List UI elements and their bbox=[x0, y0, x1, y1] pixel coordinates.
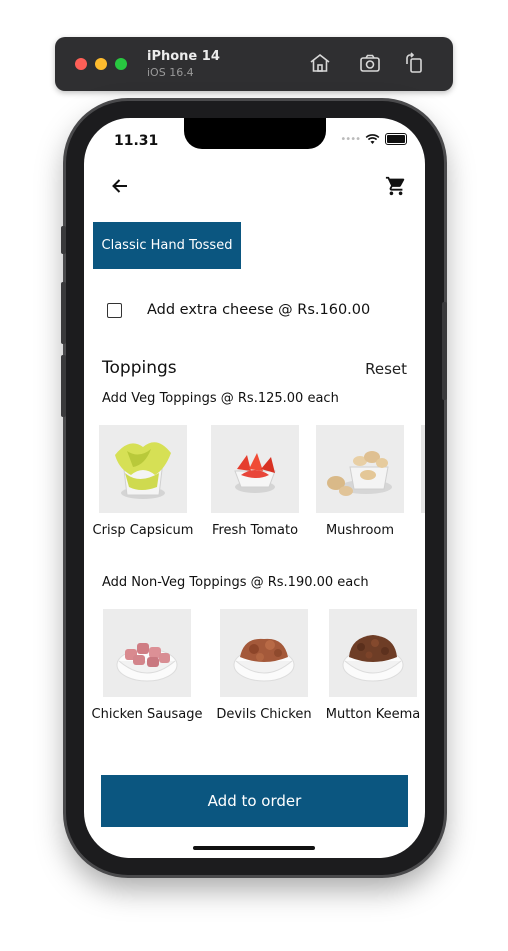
power-button bbox=[442, 302, 447, 400]
nonveg-toppings-heading: Add Non-Veg Toppings @ Rs.190.00 each bbox=[102, 575, 369, 590]
signal-icon: •••• bbox=[340, 133, 361, 145]
topping-label: Fresh Tomato bbox=[211, 523, 299, 538]
mute-switch bbox=[61, 226, 66, 254]
topping-label: Mushroom bbox=[325, 523, 395, 538]
crust-option-button[interactable]: Classic Hand Tossed bbox=[93, 222, 241, 269]
add-to-order-button[interactable]: Add to order bbox=[101, 775, 408, 827]
topping-card-chicken-sausage[interactable]: Chicken Sausage bbox=[92, 609, 202, 722]
wifi-icon bbox=[365, 133, 380, 144]
arrow-left-icon[interactable] bbox=[110, 176, 130, 196]
devils-chicken-image bbox=[220, 609, 308, 697]
simulator-toolbar: iPhone 14 iOS 16.4 bbox=[55, 37, 453, 91]
home-indicator bbox=[193, 846, 315, 850]
volume-down-button bbox=[61, 355, 66, 417]
close-window-button[interactable] bbox=[75, 58, 87, 70]
toppings-title: Toppings bbox=[102, 358, 177, 378]
topping-card-mutton-keema[interactable]: Mutton Keema bbox=[326, 609, 420, 722]
home-icon[interactable] bbox=[308, 51, 332, 75]
cart-icon[interactable] bbox=[385, 175, 407, 197]
capsicum-image bbox=[99, 425, 187, 513]
os-version: iOS 16.4 bbox=[147, 66, 194, 79]
topping-label: Mutton Keema bbox=[325, 707, 421, 722]
extra-cheese-row[interactable]: Add extra cheese @ Rs.160.00 bbox=[107, 302, 370, 318]
tomato-image bbox=[211, 425, 299, 513]
app-screen: 11.31 •••• Classic Hand Tossed Add extra… bbox=[84, 118, 425, 858]
reset-button[interactable]: Reset bbox=[365, 360, 407, 378]
mushroom-image bbox=[316, 425, 404, 513]
status-icons: •••• bbox=[340, 133, 407, 145]
topping-label: Crisp Capsicum bbox=[92, 523, 194, 538]
topping-card-tomato[interactable]: Fresh Tomato bbox=[211, 425, 299, 538]
zoom-window-button[interactable] bbox=[115, 58, 127, 70]
mutton-keema-image bbox=[329, 609, 417, 697]
battery-icon bbox=[385, 133, 407, 145]
status-time: 11.31 bbox=[114, 133, 159, 149]
volume-up-button bbox=[61, 282, 66, 344]
minimize-window-button[interactable] bbox=[95, 58, 107, 70]
rotate-icon[interactable] bbox=[402, 51, 426, 75]
topping-card-overflow bbox=[421, 425, 425, 513]
topping-label: Chicken Sausage bbox=[91, 707, 203, 722]
chicken-sausage-image bbox=[103, 609, 191, 697]
topping-label: Devils Chicken bbox=[216, 707, 312, 722]
notch bbox=[184, 118, 326, 149]
screenshot-icon[interactable] bbox=[358, 51, 382, 75]
extra-cheese-checkbox[interactable] bbox=[107, 302, 122, 318]
device-name: iPhone 14 bbox=[147, 49, 220, 64]
topping-card-mushroom[interactable]: Mushroom bbox=[316, 425, 404, 538]
topping-card-capsicum[interactable]: Crisp Capsicum bbox=[93, 425, 193, 538]
topping-card-devils-chicken[interactable]: Devils Chicken bbox=[216, 609, 312, 722]
extra-cheese-label: Add extra cheese @ Rs.160.00 bbox=[147, 302, 371, 318]
veg-toppings-heading: Add Veg Toppings @ Rs.125.00 each bbox=[102, 391, 339, 406]
